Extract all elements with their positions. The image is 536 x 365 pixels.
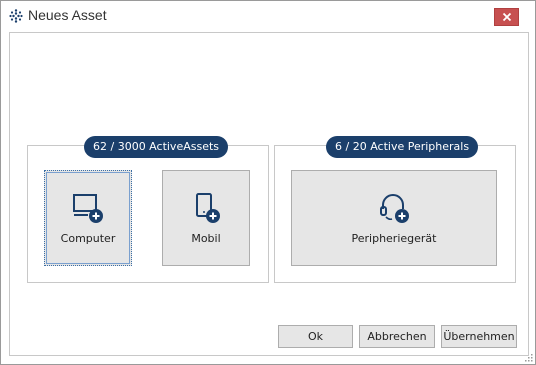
- active-assets-group: 62 / 3000 ActiveAssets Computer Mobil: [27, 136, 269, 283]
- mobile-label: Mobil: [191, 232, 221, 245]
- mobile-add-icon: [196, 193, 220, 223]
- active-assets-badge: 62 / 3000 ActiveAssets: [84, 136, 229, 158]
- ok-button[interactable]: Ok: [278, 325, 353, 348]
- peripheral-label: Peripheriegerät: [351, 232, 437, 245]
- close-button[interactable]: [494, 8, 519, 26]
- active-peripherals-group: 6 / 20 Active Peripherals Peripheriegerä…: [274, 136, 516, 283]
- asset-grid-icon: [9, 9, 23, 23]
- apply-button[interactable]: Übernehmen: [441, 325, 517, 348]
- active-peripherals-badge: 6 / 20 Active Peripherals: [326, 136, 479, 158]
- resize-grip-icon[interactable]: [523, 352, 533, 362]
- computer-add-icon: [73, 194, 103, 223]
- window-title: Neues Asset: [28, 7, 107, 23]
- mobile-tile[interactable]: Mobil: [162, 170, 250, 266]
- peripheral-tile[interactable]: Peripheriegerät: [291, 170, 497, 266]
- dialog-content: 62 / 3000 ActiveAssets Computer Mobil 6 …: [9, 32, 529, 356]
- dialog-window: Neues Asset 62 / 3000 ActiveAssets Compu…: [0, 0, 536, 365]
- computer-label: Computer: [60, 232, 116, 245]
- headset-add-icon: [380, 194, 409, 223]
- cancel-button[interactable]: Abbrechen: [359, 325, 435, 348]
- title-bar[interactable]: Neues Asset: [1, 1, 535, 31]
- close-icon: [502, 12, 511, 22]
- computer-tile[interactable]: Computer: [44, 170, 132, 266]
